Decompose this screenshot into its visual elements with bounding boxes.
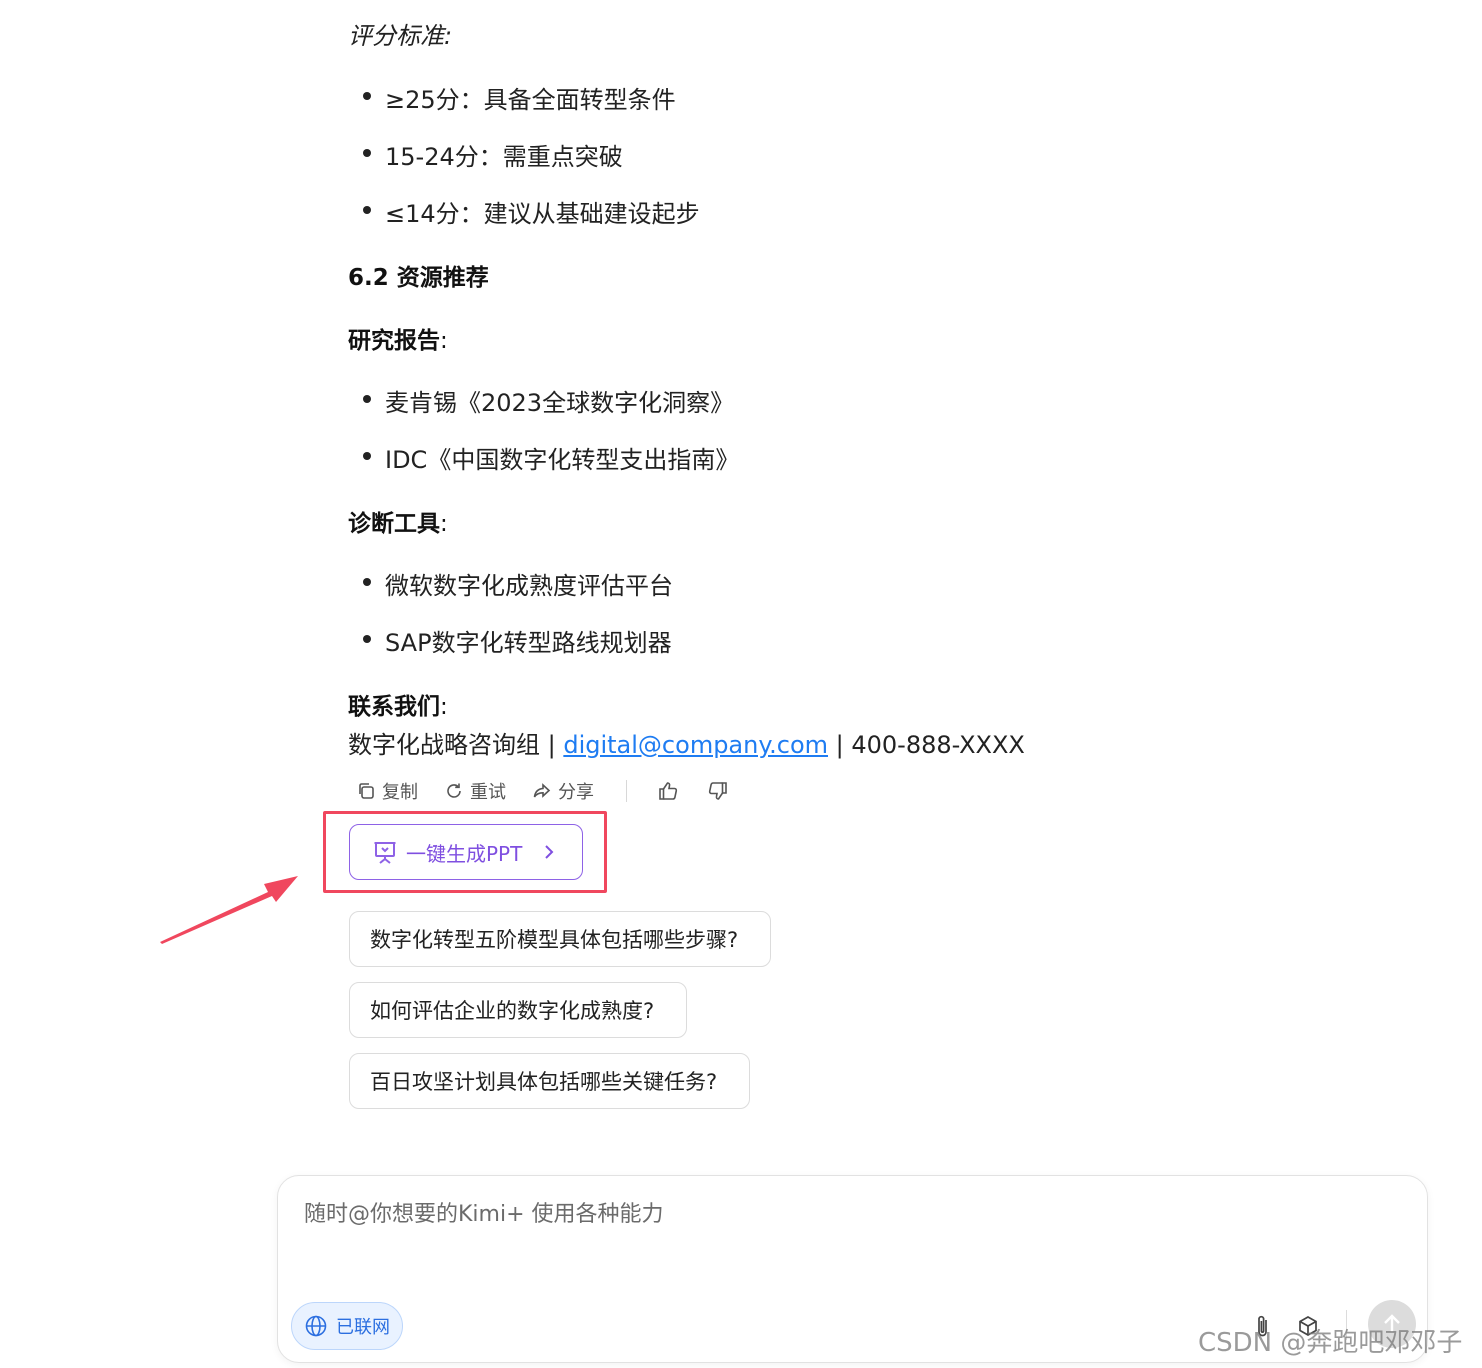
suggestion-item[interactable]: 百日攻坚计划具体包括哪些关键任务?: [349, 1053, 750, 1109]
generate-ppt-button[interactable]: 一键生成PPT: [349, 824, 583, 880]
globe-icon: [305, 1315, 327, 1337]
reports-heading: 研究报告:: [348, 328, 448, 354]
copy-icon: [359, 783, 374, 799]
list-item: ≥25分：具备全面转型条件: [348, 80, 676, 115]
watermark: CSDN @奔跑吧邓邓子: [1198, 1328, 1463, 1358]
list-item: 15-24分：需重点突破: [348, 137, 623, 172]
list-item: IDC《中国数字化转型支出指南》: [348, 440, 739, 475]
section-heading: 6.2 资源推荐: [348, 265, 489, 291]
chevron-right-icon: [545, 845, 554, 859]
share-button[interactable]: 分享: [532, 778, 594, 804]
contact-phone: | 400-888-XXXX: [828, 731, 1025, 759]
chat-input[interactable]: [302, 1194, 1386, 1278]
network-toggle-button[interactable]: 已联网: [291, 1302, 403, 1350]
criteria-title: 评分标准:: [348, 22, 453, 50]
list-item: ≤14分：建议从基础建设起步: [348, 194, 700, 229]
list-item: 麦肯锡《2023全球数字化洞察》: [348, 383, 734, 418]
annotation-arrow: [160, 876, 298, 944]
suggestion-item[interactable]: 如何评估企业的数字化成熟度?: [349, 982, 687, 1038]
retry-button[interactable]: 重试: [444, 778, 506, 804]
suggestion-item[interactable]: 数字化转型五阶模型具体包括哪些步骤?: [349, 911, 771, 967]
contact-heading: 联系我们:: [348, 694, 448, 720]
presentation-icon: [374, 842, 396, 864]
divider: [626, 780, 627, 802]
list-item: 微软数字化成熟度评估平台: [348, 566, 673, 601]
contact-group: 数字化战略咨询组 |: [348, 731, 564, 759]
contact-line: 数字化战略咨询组 | digital@company.com | 400-888…: [348, 725, 1025, 760]
thumbs-up-icon: [659, 782, 678, 800]
thumbs-down-icon: [708, 782, 727, 800]
like-button[interactable]: [657, 780, 679, 802]
dislike-button[interactable]: [707, 780, 729, 802]
list-item: SAP数字化转型路线规划器: [348, 623, 672, 658]
refresh-icon: [447, 783, 461, 798]
message-actions: 复制 重试 分享: [356, 776, 757, 806]
share-icon: [533, 783, 551, 798]
tools-heading: 诊断工具:: [348, 511, 448, 537]
copy-button[interactable]: 复制: [356, 778, 418, 804]
contact-email-link[interactable]: digital@company.com: [563, 731, 828, 759]
